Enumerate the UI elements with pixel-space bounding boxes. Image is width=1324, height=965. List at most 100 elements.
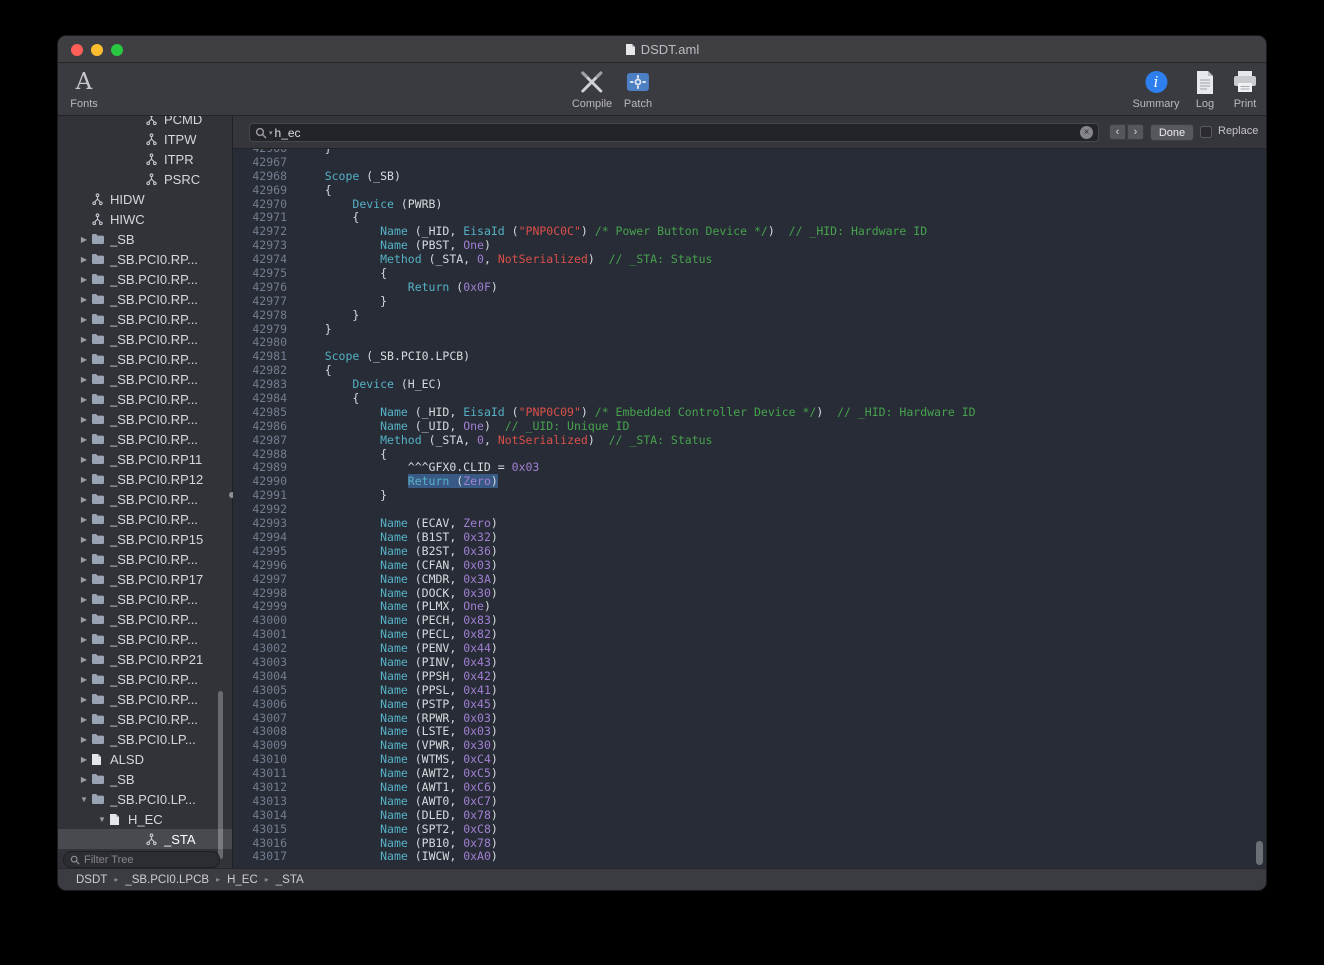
code-line-42988[interactable]: 42988 { xyxy=(233,448,1266,462)
done-button[interactable]: Done xyxy=(1150,124,1194,141)
tree-item-_sb-pci0-rp-[interactable]: ▶_SB.PCI0.RP... xyxy=(58,489,232,509)
print-button[interactable]: Print xyxy=(1232,66,1258,110)
code-line-43009[interactable]: 43009 Name (VPWR, 0x30) xyxy=(233,739,1266,753)
code-line-42984[interactable]: 42984 { xyxy=(233,392,1266,406)
code-line-43010[interactable]: 43010 Name (WTMS, 0xC4) xyxy=(233,753,1266,767)
code-line-42968[interactable]: 42968 Scope (_SB) xyxy=(233,170,1266,184)
tree-item-_sb-pci0-rp-[interactable]: ▶_SB.PCI0.RP... xyxy=(58,249,232,269)
code-line-42992[interactable]: 42992 xyxy=(233,503,1266,517)
tree-item-_sb-pci0-lp-[interactable]: ▼_SB.PCI0.LP... xyxy=(58,789,232,809)
disclosure-right-icon[interactable]: ▶ xyxy=(77,535,91,544)
tree-item-_sb-pci0-rp-[interactable]: ▶_SB.PCI0.RP... xyxy=(58,329,232,349)
code-line-42966[interactable]: 42966 } xyxy=(233,149,1266,156)
disclosure-right-icon[interactable]: ▶ xyxy=(77,395,91,404)
disclosure-right-icon[interactable]: ▶ xyxy=(77,475,91,484)
code-line-43006[interactable]: 43006 Name (PSTP, 0x45) xyxy=(233,698,1266,712)
code-line-42982[interactable]: 42982 { xyxy=(233,364,1266,378)
tree-item-_sb-pci0-rp11[interactable]: ▶_SB.PCI0.RP11 xyxy=(58,449,232,469)
code-line-43000[interactable]: 43000 Name (PECH, 0x83) xyxy=(233,614,1266,628)
disclosure-right-icon[interactable]: ▶ xyxy=(77,655,91,664)
tree-item-_sb-pci0-rp-[interactable]: ▶_SB.PCI0.RP... xyxy=(58,289,232,309)
disclosure-right-icon[interactable]: ▶ xyxy=(77,335,91,344)
code-line-42977[interactable]: 42977 } xyxy=(233,295,1266,309)
tree-item-_sb-pci0-rp-[interactable]: ▶_SB.PCI0.RP... xyxy=(58,349,232,369)
disclosure-right-icon[interactable]: ▶ xyxy=(77,515,91,524)
disclosure-right-icon[interactable]: ▶ xyxy=(77,375,91,384)
tree-item-alsd[interactable]: ▶ALSD xyxy=(58,749,232,769)
tree-item-_sb-pci0-rp-[interactable]: ▶_SB.PCI0.RP... xyxy=(58,309,232,329)
replace-checkbox[interactable] xyxy=(1200,126,1212,138)
disclosure-right-icon[interactable]: ▶ xyxy=(77,315,91,324)
fonts-button[interactable]: A Fonts xyxy=(70,66,98,110)
tree-item-_sb-pci0-rp-[interactable]: ▶_SB.PCI0.RP... xyxy=(58,509,232,529)
tree-item-_sb-pci0-rp-[interactable]: ▶_SB.PCI0.RP... xyxy=(58,369,232,389)
tree-item-_sb-pci0-rp-[interactable]: ▶_SB.PCI0.RP... xyxy=(58,669,232,689)
filter-tree-input[interactable] xyxy=(84,854,213,866)
disclosure-right-icon[interactable]: ▶ xyxy=(77,635,91,644)
disclosure-right-icon[interactable]: ▶ xyxy=(77,415,91,424)
code-line-42996[interactable]: 42996 Name (CFAN, 0x03) xyxy=(233,559,1266,573)
tree-item-_sb-pci0-rp21[interactable]: ▶_SB.PCI0.RP21 xyxy=(58,649,232,669)
disclosure-right-icon[interactable]: ▶ xyxy=(77,495,91,504)
breadcrumb-item[interactable]: _SB.PCI0.LPCB xyxy=(125,874,209,886)
code-line-43013[interactable]: 43013 Name (AWT0, 0xC7) xyxy=(233,795,1266,809)
find-previous-button[interactable]: ‹ xyxy=(1109,124,1126,140)
tree-item-_sb-pci0-rp-[interactable]: ▶_SB.PCI0.RP... xyxy=(58,629,232,649)
tree-item-_sta[interactable]: _STA xyxy=(58,829,232,849)
code-line-42975[interactable]: 42975 { xyxy=(233,267,1266,281)
code-line-42980[interactable]: 42980 xyxy=(233,336,1266,350)
summary-button[interactable]: i Summary xyxy=(1132,66,1179,110)
disclosure-right-icon[interactable]: ▶ xyxy=(77,775,91,784)
disclosure-right-icon[interactable]: ▶ xyxy=(77,555,91,564)
patch-button[interactable]: Patch xyxy=(624,66,652,110)
breadcrumb-item[interactable]: _STA xyxy=(276,874,304,886)
disclosure-right-icon[interactable]: ▶ xyxy=(77,735,91,744)
code-line-43001[interactable]: 43001 Name (PECL, 0x82) xyxy=(233,628,1266,642)
tree-item-pcmd[interactable]: PCMD xyxy=(58,116,232,129)
code-line-43003[interactable]: 43003 Name (PINV, 0x43) xyxy=(233,656,1266,670)
tree-item-_sb-pci0-rp-[interactable]: ▶_SB.PCI0.RP... xyxy=(58,549,232,569)
code-line-42981[interactable]: 42981 Scope (_SB.PCI0.LPCB) xyxy=(233,350,1266,364)
code-line-42990[interactable]: 42990 Return (Zero) xyxy=(233,475,1266,489)
code-line-42989[interactable]: 42989 ^^^GFX0.CLID = 0x03 xyxy=(233,461,1266,475)
code-line-43017[interactable]: 43017 Name (IWCW, 0xA0) xyxy=(233,850,1266,864)
code-line-42970[interactable]: 42970 Device (PWRB) xyxy=(233,198,1266,212)
disclosure-right-icon[interactable]: ▶ xyxy=(77,355,91,364)
disclosure-right-icon[interactable]: ▶ xyxy=(77,435,91,444)
code-line-42983[interactable]: 42983 Device (H_EC) xyxy=(233,378,1266,392)
disclosure-right-icon[interactable]: ▶ xyxy=(77,755,91,764)
code-line-42987[interactable]: 42987 Method (_STA, 0, NotSerialized) //… xyxy=(233,434,1266,448)
code-line-42991[interactable]: 42991 } xyxy=(233,489,1266,503)
tree-item-hiwc[interactable]: HIWC xyxy=(58,209,232,229)
tree-item-_sb[interactable]: ▶_SB xyxy=(58,229,232,249)
tree-item-_sb-pci0-rp-[interactable]: ▶_SB.PCI0.RP... xyxy=(58,689,232,709)
log-button[interactable]: Log xyxy=(1195,66,1215,110)
code-line-43015[interactable]: 43015 Name (SPT2, 0xC8) xyxy=(233,823,1266,837)
tree-item-_sb-pci0-rp-[interactable]: ▶_SB.PCI0.RP... xyxy=(58,269,232,289)
code-line-42973[interactable]: 42973 Name (PBST, One) xyxy=(233,239,1266,253)
editor-scrollbar[interactable] xyxy=(1256,841,1263,865)
disclosure-down-icon[interactable]: ▼ xyxy=(95,815,109,824)
disclosure-right-icon[interactable]: ▶ xyxy=(77,455,91,464)
tree-item-_sb[interactable]: ▶_SB xyxy=(58,769,232,789)
code-line-42995[interactable]: 42995 Name (B2ST, 0x36) xyxy=(233,545,1266,559)
code-line-43004[interactable]: 43004 Name (PPSH, 0x42) xyxy=(233,670,1266,684)
code-line-42997[interactable]: 42997 Name (CMDR, 0x3A) xyxy=(233,573,1266,587)
code-line-43008[interactable]: 43008 Name (LSTE, 0x03) xyxy=(233,725,1266,739)
clear-search-icon[interactable]: × xyxy=(1080,126,1093,139)
code-line-42994[interactable]: 42994 Name (B1ST, 0x32) xyxy=(233,531,1266,545)
breadcrumb-item[interactable]: DSDT xyxy=(76,874,107,886)
code-line-43012[interactable]: 43012 Name (AWT1, 0xC6) xyxy=(233,781,1266,795)
tree-item-hidw[interactable]: HIDW xyxy=(58,189,232,209)
tree-item-_sb-pci0-rp17[interactable]: ▶_SB.PCI0.RP17 xyxy=(58,569,232,589)
code-line-43016[interactable]: 43016 Name (PB10, 0x78) xyxy=(233,837,1266,851)
tree-item-psrc[interactable]: PSRC xyxy=(58,169,232,189)
find-next-button[interactable]: › xyxy=(1127,124,1144,140)
tree-item-itpr[interactable]: ITPR xyxy=(58,149,232,169)
search-menu-chevron-icon[interactable]: ▾ xyxy=(269,129,273,137)
tree-item-_sb-pci0-rp12[interactable]: ▶_SB.PCI0.RP12 xyxy=(58,469,232,489)
tree-item-_sb-pci0-rp-[interactable]: ▶_SB.PCI0.RP... xyxy=(58,409,232,429)
tree-item-itpw[interactable]: ITPW xyxy=(58,129,232,149)
code-line-42979[interactable]: 42979 } xyxy=(233,323,1266,337)
code-line-42967[interactable]: 42967 xyxy=(233,156,1266,170)
